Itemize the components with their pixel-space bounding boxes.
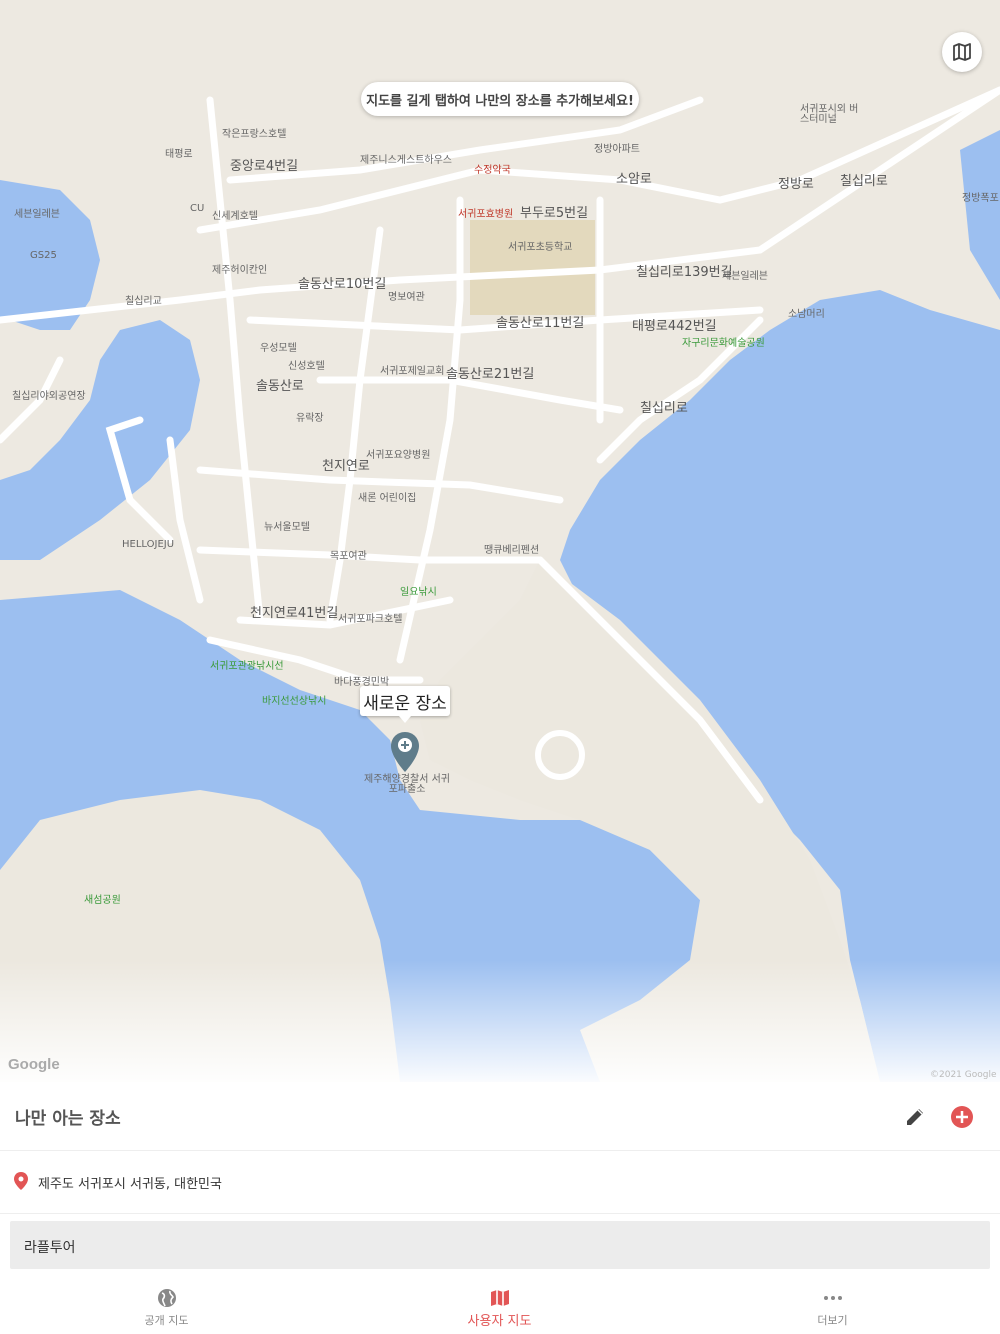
map-layer-button[interactable] — [942, 32, 982, 72]
poi-label: HELLOJEJU — [122, 539, 175, 550]
address-row: 제주도 서귀포시 서귀동, 대한민국 — [0, 1151, 1000, 1214]
memo-text: 라플투어 — [24, 1240, 76, 1256]
road-label: 칠십리로 — [840, 174, 888, 189]
poi-label: 제주니스게스트하우스 — [360, 155, 452, 166]
poi-label: 작은프랑스호텔 — [222, 129, 287, 140]
tab-user-map[interactable]: 사용자 지도 — [333, 1278, 666, 1334]
road-label: 중앙로4번길 — [230, 159, 299, 174]
poi-label: 서귀포파크호텔 — [338, 614, 403, 625]
school-ground — [470, 220, 595, 315]
road-label: 솔동산로21번길 — [446, 367, 535, 382]
map-fade — [0, 960, 1000, 1082]
google-logo: Google — [8, 1056, 60, 1073]
poi-label: 땡큐베리펜션 — [484, 545, 540, 556]
road-label: 부두로5번길 — [520, 206, 589, 221]
edit-button[interactable] — [902, 1104, 928, 1130]
road-label: 태평로 — [165, 149, 193, 160]
road-label: 솔동산로10번길 — [298, 277, 387, 292]
poi-label: 세븐일레븐 — [722, 271, 768, 282]
new-place-pin[interactable] — [389, 730, 421, 778]
map-hint-banner: 지도를 길게 탭하여 나만의 장소를 추가해보세요! — [361, 82, 639, 116]
more-icon — [823, 1296, 842, 1300]
poi-label: 소남머리 — [788, 309, 825, 320]
poi-label: CU — [190, 203, 205, 214]
map-view[interactable]: 세븐일레븐 GS25 CU 칠십리교 칠십리야외공연장 태평로 신세계호텔 제주… — [0, 0, 1000, 1082]
poi-label: 명보여관 — [388, 292, 425, 303]
poi-label: 목포여관 — [330, 551, 367, 562]
map-icon — [490, 1290, 509, 1306]
road-label: 정방로 — [778, 177, 814, 192]
poi-label: 세븐일레븐 — [14, 209, 60, 220]
map-copyright: ©2021 Google — [930, 1070, 997, 1080]
poi-label: GS25 — [30, 250, 57, 261]
globe-icon — [157, 1289, 176, 1307]
east-coast — [960, 130, 1000, 300]
poi-label: 자구리문화예술공원 — [682, 338, 765, 349]
poi-label: 서귀포효병원 — [458, 209, 514, 220]
poi-label: 새론 어린이집 — [358, 493, 417, 504]
poi-label: 유락장 — [296, 413, 324, 424]
bottom-tab-bar: 공개 지도 사용자 지도 더보기 — [0, 1278, 1000, 1334]
poi-label: 서귀포시외 버스터미널 — [800, 104, 859, 125]
memo-field[interactable]: 라플투어 — [10, 1221, 990, 1269]
road-label: 칠십리로139번길 — [636, 265, 733, 280]
poi-label: 신성호텔 — [288, 361, 325, 372]
plus-circle-icon — [951, 1106, 973, 1128]
road-label: 솔동산로 — [256, 379, 304, 394]
new-place-label[interactable]: 새로운 장소 — [360, 686, 450, 723]
poi-label: 일요낚시 — [400, 587, 437, 598]
poi-label: 칠십리교 — [125, 296, 162, 307]
map-icon — [953, 43, 971, 61]
poi-label: 칠십리야외공연장 — [12, 391, 86, 402]
location-pin-icon — [391, 732, 419, 772]
poi-label: 신세계호텔 — [212, 211, 258, 222]
poi-label: 새섬공원 — [84, 895, 121, 906]
tab-label: 공개 지도 — [144, 1314, 189, 1327]
tab-label: 더보기 — [817, 1314, 848, 1327]
poi-label: 서귀포요양병원 — [366, 450, 431, 461]
poi-label: 서귀포제일교회 — [380, 366, 445, 377]
road-label: 솔동산로11번길 — [496, 316, 585, 331]
poi-label: 서귀포초등학교 — [508, 242, 573, 253]
road-label: 태평로442번길 — [632, 319, 717, 334]
poi-label: 제주해양경찰서 서귀포파출소 — [364, 774, 450, 795]
pencil-icon — [907, 1109, 923, 1125]
add-place-button[interactable] — [950, 1105, 974, 1129]
tab-label: 사용자 지도 — [467, 1314, 532, 1329]
poi-label: 서귀포관광낚시선 — [210, 661, 284, 672]
road-label: 칠십리로 — [640, 401, 688, 416]
road-label: 천지연로41번길 — [250, 606, 339, 621]
location-pin-icon — [14, 1172, 28, 1190]
poi-label: 제주허이칸인 — [212, 265, 268, 276]
road-label: 천지연로 — [322, 459, 370, 474]
poi-label: 뉴서울모텔 — [264, 522, 310, 533]
poi-label: 정방아파트 — [594, 144, 640, 155]
place-header: 나만 아는 장소 — [0, 1082, 1000, 1151]
tab-more[interactable]: 더보기 — [666, 1278, 999, 1334]
poi-label: 정방폭포 — [962, 193, 999, 204]
poi-label: 우성모텔 — [260, 343, 297, 354]
tab-public-map[interactable]: 공개 지도 — [0, 1278, 333, 1334]
place-title: 나만 아는 장소 — [15, 1109, 121, 1129]
address-text: 제주도 서귀포시 서귀동, 대한민국 — [38, 1177, 222, 1192]
poi-label: 수정약국 — [474, 165, 511, 176]
poi-label: 바지선선상낚시 — [262, 696, 327, 707]
road-label: 소암로 — [616, 172, 652, 187]
